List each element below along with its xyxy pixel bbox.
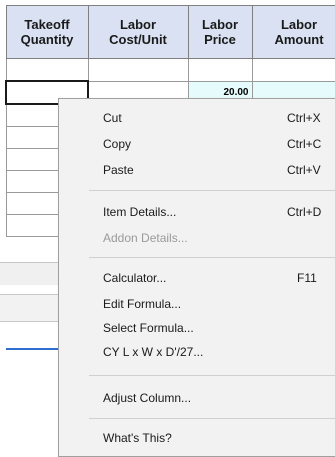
grid-footer-band <box>0 262 62 285</box>
header-line: Labor <box>280 17 318 32</box>
header-line: Quantity <box>20 32 74 47</box>
menu-item-label: Addon Details... <box>103 231 188 245</box>
grid-cell[interactable] <box>5 58 89 82</box>
menu-item-select-formula[interactable]: Select Formula... <box>59 317 335 339</box>
header-line: Labor <box>201 17 239 32</box>
header-line: Labor <box>119 17 157 32</box>
header-line: Cost/Unit <box>109 32 167 47</box>
menu-item-label: Select Formula... <box>103 321 194 335</box>
menu-separator <box>89 190 335 191</box>
menu-item-addon-details: Addon Details... <box>59 227 335 249</box>
menu-item-label: Cut <box>103 111 122 125</box>
menu-item-shortcut: Ctrl+C <box>287 137 322 151</box>
menu-item-shortcut: F11 <box>297 271 317 285</box>
menu-item-whats-this[interactable]: What's This? <box>59 427 335 449</box>
menu-separator <box>89 418 335 419</box>
selection-indicator-line <box>6 348 62 350</box>
header-line: Amount <box>274 32 324 47</box>
menu-item-label: Copy <box>103 137 132 151</box>
menu-item-calculator[interactable]: Calculator... F11 <box>59 267 335 289</box>
table-row[interactable] <box>5 58 335 82</box>
menu-item-cy-formula[interactable]: CY L x W x D'/27... <box>59 341 335 363</box>
menu-item-shortcut: Ctrl+V <box>287 163 321 177</box>
grid-cell[interactable] <box>251 58 335 82</box>
menu-item-label: Item Details... <box>103 205 177 219</box>
grid-footer-band <box>0 294 62 322</box>
menu-separator <box>89 257 335 258</box>
grid-cell[interactable] <box>87 58 189 82</box>
menu-item-paste[interactable]: Paste Ctrl+V <box>59 159 335 181</box>
menu-item-label: Calculator... <box>103 271 167 285</box>
column-header-labor-amount[interactable]: Labor Amount <box>251 5 335 59</box>
menu-item-label: CY L x W x D'/27... <box>103 345 204 359</box>
menu-item-label: Edit Formula... <box>103 297 182 311</box>
menu-item-copy[interactable]: Copy Ctrl+C <box>59 133 335 155</box>
menu-item-cut[interactable]: Cut Ctrl+X <box>59 107 335 129</box>
grid-cell[interactable] <box>187 58 253 82</box>
menu-item-shortcut: Ctrl+D <box>287 205 322 219</box>
menu-item-edit-formula[interactable]: Edit Formula... <box>59 293 335 315</box>
menu-item-shortcut: Ctrl+X <box>287 111 321 125</box>
menu-separator <box>89 375 335 376</box>
menu-item-item-details[interactable]: Item Details... Ctrl+D <box>59 201 335 223</box>
menu-item-label: What's This? <box>103 431 172 445</box>
column-header-labor-price[interactable]: Labor Price <box>187 5 253 59</box>
menu-item-label: Adjust Column... <box>103 391 192 405</box>
column-header-takeoff-quantity[interactable]: Takeoff Quantity <box>5 5 89 59</box>
column-header-labor-cost-unit[interactable]: Labor Cost/Unit <box>87 5 189 59</box>
context-menu: Cut Ctrl+X Copy Ctrl+C Paste Ctrl+V Item… <box>58 98 335 457</box>
header-line: Price <box>204 32 236 47</box>
header-line: Takeoff <box>24 17 70 32</box>
menu-item-adjust-column[interactable]: Adjust Column... <box>59 387 335 409</box>
menu-item-label: Paste <box>103 163 134 177</box>
header-row: Takeoff Quantity Labor Cost/Unit Labor P… <box>5 5 335 59</box>
